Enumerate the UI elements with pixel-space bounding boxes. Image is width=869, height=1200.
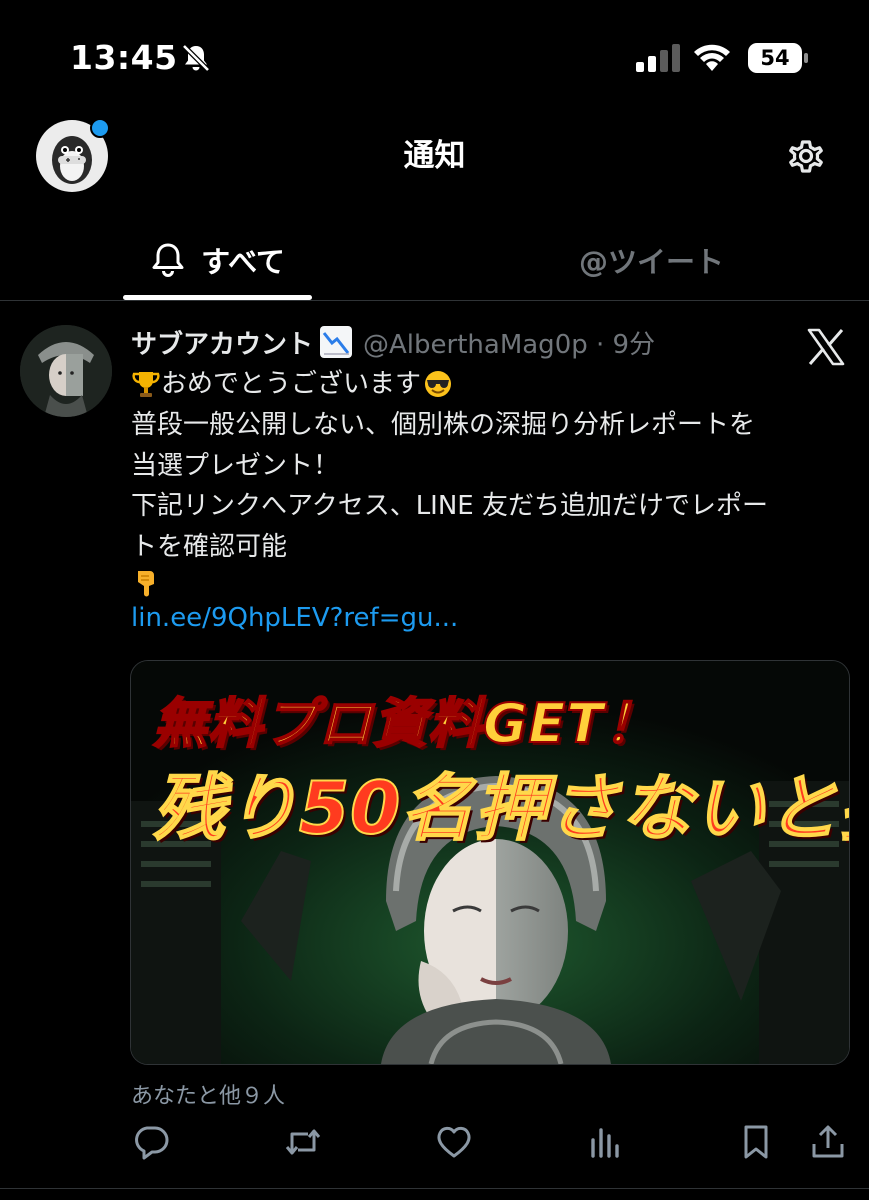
status-time: 13:45 (70, 38, 178, 77)
tab-all-label: すべて (201, 245, 285, 279)
tweet-text: おめでとうございます 普段一般公開しない、個別株の深掘り分析レポートを 当選プレ… (131, 364, 851, 639)
author-handle-time: @AlberthaMag0p · 9分 (363, 329, 656, 360)
divider (0, 300, 869, 301)
media-banner-line-2: 残り50名押さないと損！ (152, 765, 849, 851)
gear-icon[interactable] (781, 131, 831, 181)
x-logo-icon (807, 328, 845, 366)
bell-slash-icon (182, 44, 210, 72)
bookmark-icon[interactable] (736, 1122, 776, 1162)
tab-tweets[interactable]: @ツイート (434, 220, 869, 300)
views-icon[interactable] (585, 1122, 625, 1162)
heart-icon[interactable] (434, 1122, 474, 1162)
tweet-line-2: 普段一般公開しない、個別株の深掘り分析レポートを (131, 409, 756, 440)
tweet-line-6 (131, 568, 851, 598)
wifi-icon (694, 44, 730, 71)
tweet-line-text: おめでとうございます (161, 369, 422, 399)
chart-decreasing-emoji-icon (320, 326, 353, 358)
tweet-line-4: 下記リンクへアクセス、LINE 友だち追加だけでレポー (131, 491, 768, 522)
tweet-line-5: トを確認可能 (131, 532, 288, 563)
author-avatar[interactable] (20, 325, 112, 417)
share-icon[interactable] (808, 1122, 848, 1162)
tweet-link[interactable]: lin.ee/9QhpLEV?ref=gu... (131, 598, 458, 639)
bell-icon (152, 243, 184, 277)
author-line: サブアカウント @AlberthaMag0p · 9分 (131, 322, 655, 362)
battery-level: 54 (760, 46, 790, 70)
media-banner-line-1: 無料プロ資料GET！ (152, 691, 660, 756)
sunglasses-emoji-icon (425, 371, 452, 398)
tweet-line-1: おめでとうございます (131, 364, 851, 405)
signal-icon (636, 44, 680, 72)
tab-tweets-label: @ツイート (578, 245, 724, 279)
tweet-media-image[interactable]: 無料プロ資料GET！ 残り50名押さないと損！ (130, 660, 850, 1065)
pointing-down-emoji-icon (138, 570, 154, 597)
divider (0, 1188, 869, 1189)
author-name[interactable]: サブアカウント (131, 324, 313, 361)
reply-icon[interactable] (131, 1122, 171, 1162)
tweet-line-3: 当選プレゼント！ (131, 450, 340, 481)
retweet-icon[interactable] (283, 1122, 323, 1162)
liked-by-text[interactable]: あなたと他９人 (131, 1078, 285, 1110)
page-title: 通知 (403, 138, 466, 174)
tweet-line-7: lin.ee/9QhpLEV?ref=gu... (131, 598, 851, 639)
tab-all[interactable]: すべて (0, 220, 434, 300)
author-avatar-image (20, 325, 112, 417)
trophy-emoji-icon (132, 372, 160, 398)
